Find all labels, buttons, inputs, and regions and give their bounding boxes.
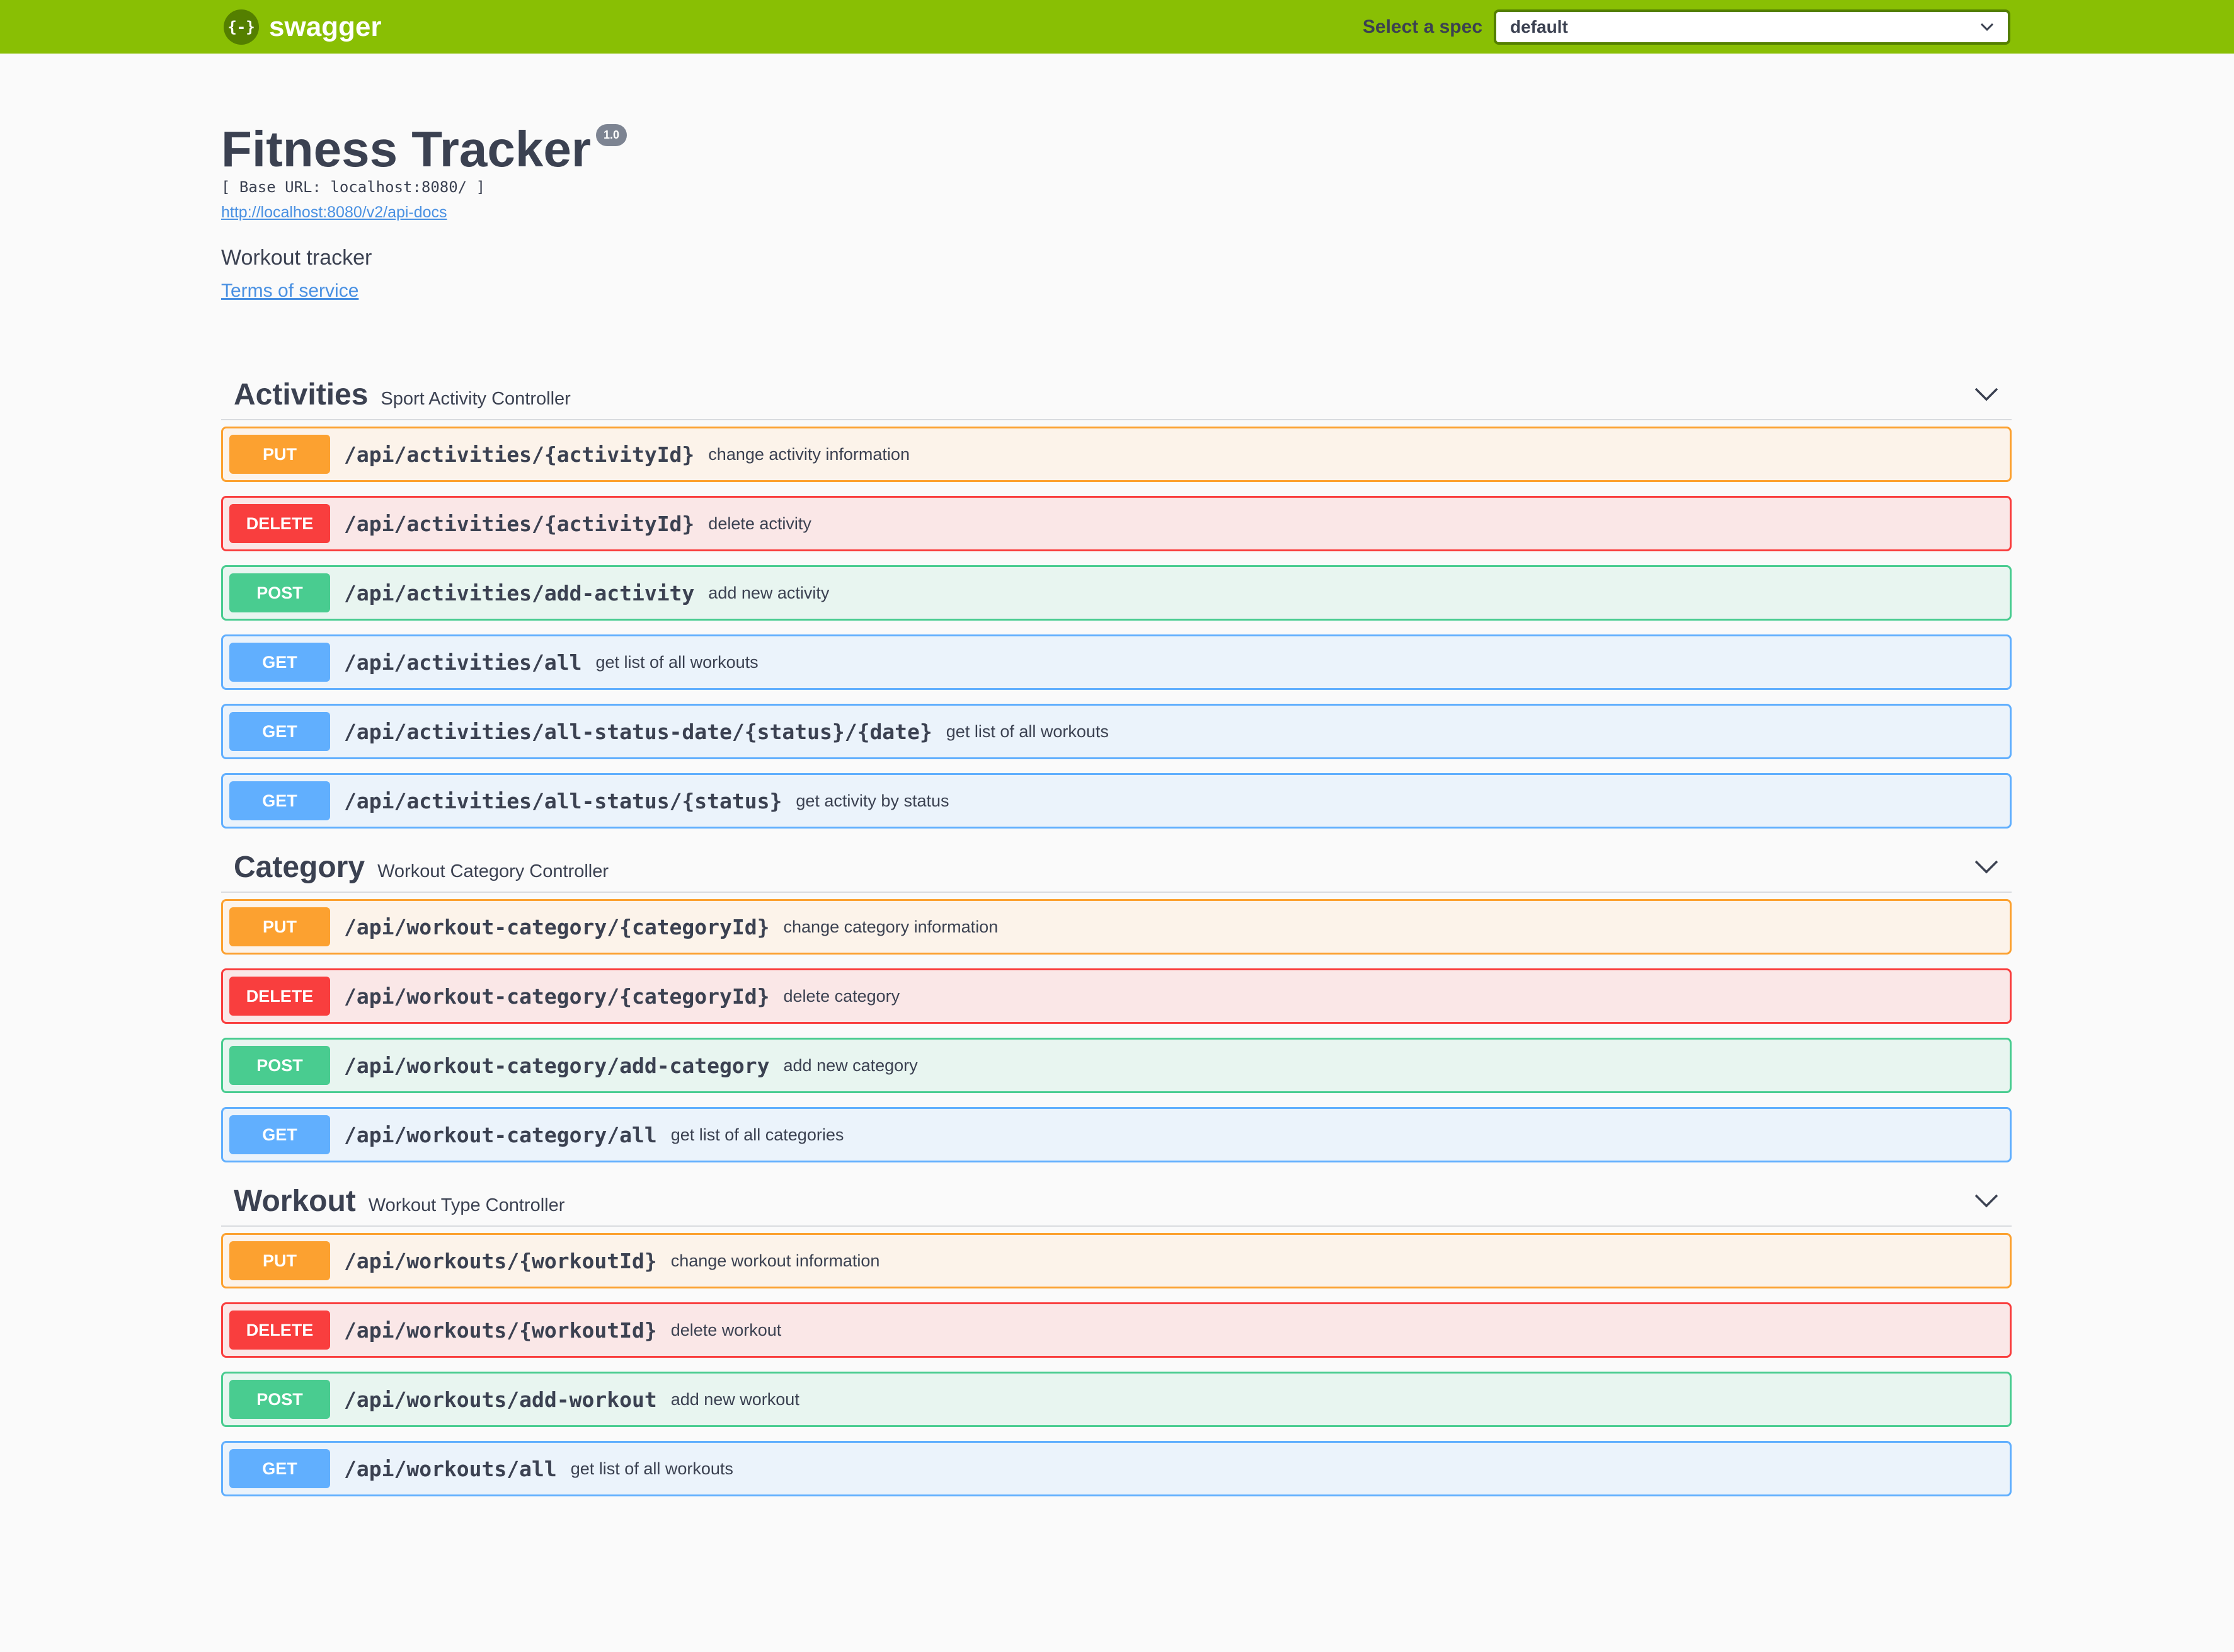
operation-row[interactable]: GET/api/workouts/all get list of all work… bbox=[221, 1441, 2012, 1496]
operation-row[interactable]: GET/api/activities/all get list of all wo… bbox=[221, 634, 2012, 690]
base-url: [ Base URL: localhost:8080/ ] bbox=[221, 178, 486, 196]
api-info: Fitness Tracker 1.0 [ Base URL: localhos… bbox=[221, 54, 2012, 302]
operation-summary: get list of all categories bbox=[670, 1125, 844, 1144]
operation-path: /api/workouts/add-workout bbox=[344, 1387, 657, 1412]
operation-row[interactable]: PUT/api/workout-category/{categoryId} cha… bbox=[221, 899, 2012, 955]
operation-path: /api/activities/all-status/{status} bbox=[344, 788, 782, 813]
method-badge: PUT bbox=[229, 907, 330, 946]
operation-summary: delete activity bbox=[708, 513, 811, 533]
method-badge: DELETE bbox=[229, 504, 330, 543]
operation-summary: add new activity bbox=[708, 583, 830, 602]
topbar: {-} swagger Select a spec default bbox=[0, 0, 2234, 54]
operation-row[interactable]: DELETE/api/activities/{activityId} delete… bbox=[221, 496, 2012, 551]
method-badge: GET bbox=[229, 643, 330, 682]
operation-summary: add new category bbox=[783, 1055, 918, 1075]
tag-name: Workout bbox=[234, 1184, 356, 1218]
operation-summary: delete category bbox=[783, 986, 900, 1006]
version-badge: 1.0 bbox=[596, 124, 627, 146]
main-content: Fitness Tracker 1.0 [ Base URL: localhos… bbox=[221, 54, 2012, 1496]
operation-row[interactable]: POST/api/workouts/add-workout add new wor… bbox=[221, 1372, 2012, 1427]
method-badge: GET bbox=[229, 1449, 330, 1488]
spec-selector: Select a spec default bbox=[1363, 9, 2010, 45]
tag-title-group: Workout Workout Type Controller bbox=[234, 1184, 564, 1219]
tag-section-category: Category Workout Category Controller PUT/a… bbox=[221, 842, 2012, 1162]
operation-path: /api/workout-category/{categoryId} bbox=[344, 914, 770, 939]
operation-path: /api/activities/all-status-date/{status}… bbox=[344, 719, 932, 744]
operation-path: /api/activities/add-activity bbox=[344, 580, 695, 605]
chevron-down-icon bbox=[1980, 23, 1994, 31]
tag-description: Workout Category Controller bbox=[377, 861, 609, 881]
tag-title-group: Category Workout Category Controller bbox=[234, 850, 609, 885]
operation-row[interactable]: GET/api/workout-category/all get list of … bbox=[221, 1107, 2012, 1162]
operation-path: /api/activities/all bbox=[344, 650, 582, 675]
operation-path: /api/workouts/all bbox=[344, 1456, 557, 1481]
method-badge: GET bbox=[229, 712, 330, 751]
tag-name: Category bbox=[234, 850, 365, 884]
tag-description: Sport Activity Controller bbox=[381, 388, 571, 409]
operation-path: /api/workout-category/add-category bbox=[344, 1053, 770, 1078]
tag-header[interactable]: Category Workout Category Controller bbox=[221, 842, 2012, 893]
operation-path: /api/workouts/{workoutId} bbox=[344, 1317, 657, 1343]
tag-header[interactable]: Activities Sport Activity Controller bbox=[221, 370, 2012, 420]
method-badge: GET bbox=[229, 781, 330, 820]
method-badge: POST bbox=[229, 1046, 330, 1085]
title-row: Fitness Tracker 1.0 bbox=[221, 123, 2012, 176]
operation-row[interactable]: GET/api/activities/all-status-date/{stat… bbox=[221, 704, 2012, 759]
spec-select[interactable]: default bbox=[1494, 9, 2010, 45]
spec-label: Select a spec bbox=[1362, 16, 1482, 37]
chevron-down-icon[interactable] bbox=[1974, 387, 1999, 402]
tag-description: Workout Type Controller bbox=[368, 1195, 565, 1215]
operation-row[interactable]: DELETE/api/workouts/{workoutId} delete wo… bbox=[221, 1302, 2012, 1358]
api-docs-link[interactable]: http://localhost:8080/v2/api-docs bbox=[221, 204, 447, 222]
operation-summary: change activity information bbox=[708, 444, 910, 464]
operation-path: /api/activities/{activityId} bbox=[344, 442, 695, 467]
method-badge: DELETE bbox=[229, 1311, 330, 1350]
chevron-down-icon[interactable] bbox=[1974, 1193, 1999, 1208]
operation-summary: get list of all workouts bbox=[595, 652, 759, 672]
terms-of-service-link[interactable]: Terms of service bbox=[221, 280, 358, 302]
operation-summary: get activity by status bbox=[796, 791, 949, 810]
method-badge: POST bbox=[229, 573, 330, 612]
tag-section-activities: Activities Sport Activity Controller PUT/a… bbox=[221, 370, 2012, 829]
tag-title-group: Activities Sport Activity Controller bbox=[234, 377, 571, 412]
chevron-down-icon[interactable] bbox=[1974, 859, 1999, 875]
brand[interactable]: {-} swagger bbox=[224, 9, 382, 45]
method-badge: POST bbox=[229, 1380, 330, 1419]
operation-summary: get list of all workouts bbox=[570, 1459, 733, 1478]
operation-summary: get list of all workouts bbox=[946, 721, 1109, 741]
page-title: Fitness Tracker bbox=[221, 121, 591, 177]
operation-row[interactable]: POST/api/workout-category/add-category ad… bbox=[221, 1038, 2012, 1093]
method-badge: PUT bbox=[229, 1241, 330, 1280]
operation-row[interactable]: PUT/api/workouts/{workoutId} change worko… bbox=[221, 1233, 2012, 1288]
method-badge: DELETE bbox=[229, 977, 330, 1016]
operation-path: /api/workouts/{workoutId} bbox=[344, 1248, 657, 1273]
tag-header[interactable]: Workout Workout Type Controller bbox=[221, 1176, 2012, 1227]
operation-summary: delete workout bbox=[670, 1320, 782, 1339]
spec-select-value: default bbox=[1510, 16, 1568, 37]
operation-path: /api/activities/{activityId} bbox=[344, 511, 695, 536]
operation-row[interactable]: GET/api/activities/all-status/{status} ge… bbox=[221, 773, 2012, 829]
operation-path: /api/workout-category/all bbox=[344, 1122, 657, 1147]
brand-name: swagger bbox=[269, 11, 382, 42]
method-badge: GET bbox=[229, 1115, 330, 1154]
operation-row[interactable]: POST/api/activities/add-activity add new … bbox=[221, 565, 2012, 621]
operation-summary: change workout information bbox=[670, 1251, 880, 1270]
operation-row[interactable]: PUT/api/activities/{activityId} change ac… bbox=[221, 427, 2012, 482]
tag-section-workout: Workout Workout Type Controller PUT/api/wo… bbox=[221, 1176, 2012, 1496]
operation-summary: add new workout bbox=[670, 1389, 799, 1409]
operations-container: Activities Sport Activity Controller PUT/a… bbox=[221, 370, 2012, 1496]
operation-row[interactable]: DELETE/api/workout-category/{categoryId}… bbox=[221, 968, 2012, 1024]
operation-summary: change category information bbox=[783, 917, 999, 936]
method-badge: PUT bbox=[229, 435, 330, 474]
operation-path: /api/workout-category/{categoryId} bbox=[344, 984, 770, 1009]
swagger-logo-icon: {-} bbox=[224, 9, 259, 45]
tag-name: Activities bbox=[234, 377, 369, 411]
api-description: Workout tracker bbox=[221, 246, 372, 270]
